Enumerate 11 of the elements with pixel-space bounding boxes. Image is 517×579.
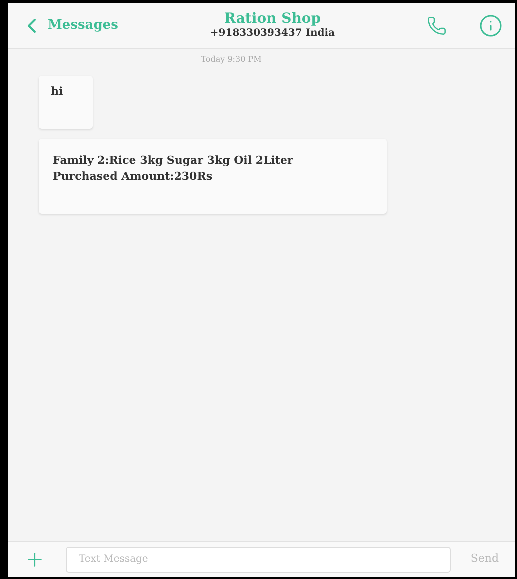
info-icon	[479, 14, 503, 38]
call-button[interactable]	[427, 16, 447, 36]
message-input-field[interactable]: Text Message	[66, 546, 451, 572]
back-button[interactable]: Messages	[20, 14, 118, 38]
info-button[interactable]	[479, 14, 503, 38]
message-timestamp: Today 9:30 PM	[201, 54, 262, 66]
phone-icon	[427, 16, 447, 36]
contact-name: Ration Shop	[224, 10, 322, 28]
message-bubble: Family 2:Rice 3kg Sugar 3kg Oil 2Liter Purchased Amount:230Rs	[39, 138, 387, 214]
message-bubble: hi	[39, 76, 93, 128]
contact-number: +918330393437 India	[210, 28, 335, 40]
